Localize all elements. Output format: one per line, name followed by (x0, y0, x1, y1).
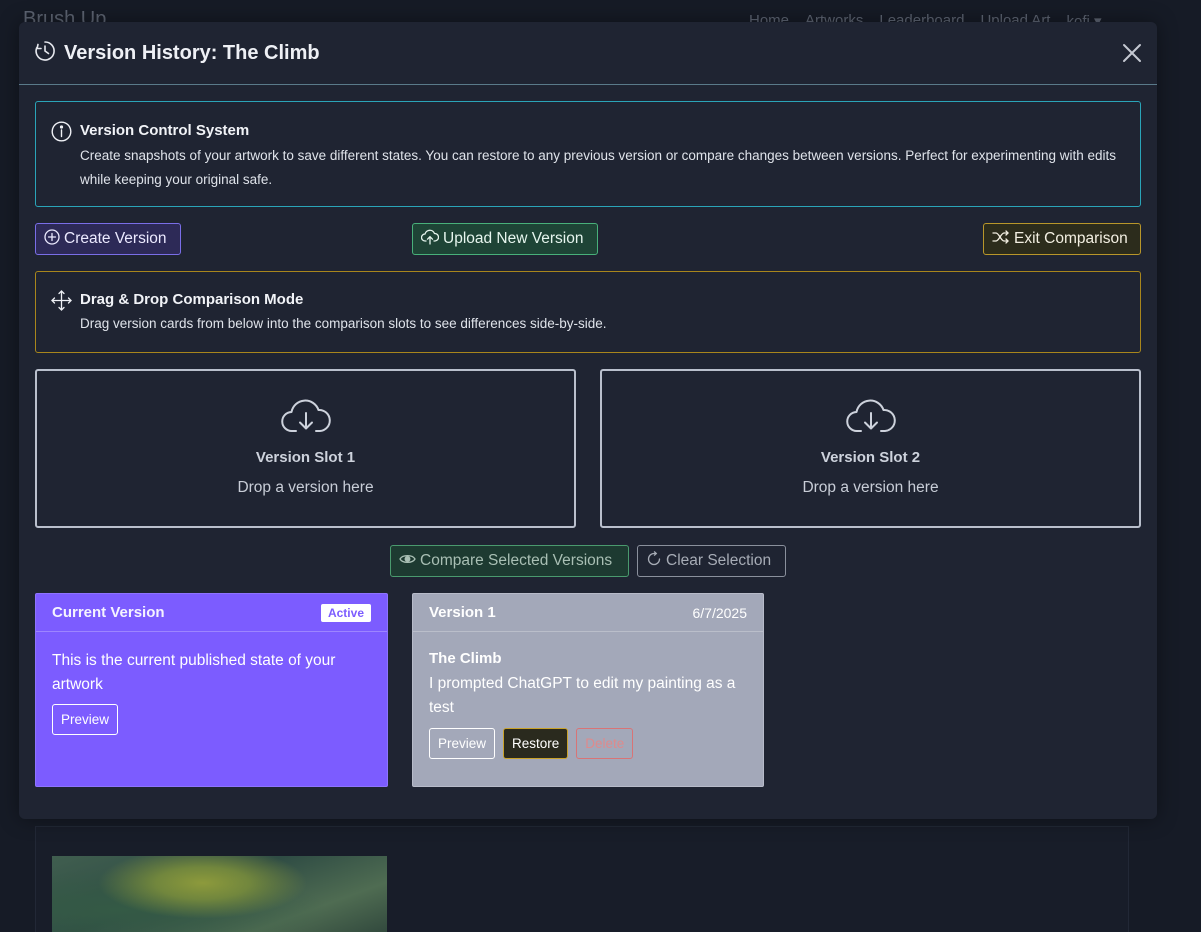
compare-label: Compare Selected Versions (420, 552, 613, 569)
version-control-info-alert: Version Control System Create snapshots … (35, 101, 1141, 207)
cloud-download-icon (845, 398, 896, 439)
modal-title: Version History: The Climb (64, 41, 320, 64)
slot-1-hint: Drop a version here (237, 479, 374, 496)
card-title: Current Version (52, 604, 165, 621)
close-icon[interactable] (1121, 42, 1143, 64)
cloud-upload-icon (420, 229, 440, 250)
version-slot-1[interactable]: Version Slot 1 Drop a version here (35, 369, 576, 528)
version-name: The Climb (429, 650, 502, 667)
create-version-button[interactable]: Create Version (35, 223, 181, 255)
clear-label: Clear Selection (666, 552, 772, 569)
create-version-label: Create Version (64, 230, 167, 247)
modal-header: Version History: The Climb (19, 22, 1157, 85)
info-icon (51, 121, 73, 192)
version-1-card[interactable]: Version 1 6/7/2025 The Climb I prompted … (412, 593, 764, 787)
upload-new-version-label: Upload New Version (443, 230, 584, 247)
move-icon (51, 290, 73, 336)
eye-icon (399, 552, 416, 571)
version-description: I prompted ChatGPT to edit my painting a… (429, 675, 736, 716)
shuffle-icon (992, 229, 1010, 250)
drag-title: Drag & Drop Comparison Mode (80, 291, 304, 308)
exit-comparison-button[interactable]: Exit Comparison (983, 223, 1141, 255)
plus-circle-icon (44, 228, 60, 250)
slot-2-title: Version Slot 2 (820, 449, 921, 466)
card-title: Version 1 (429, 604, 496, 621)
drag-text: Drag version cards from below into the c… (80, 316, 607, 331)
slot-1-title: Version Slot 1 (255, 449, 356, 466)
artwork-image (52, 856, 387, 932)
version-history-modal: Version History: The Climb Version Contr… (19, 22, 1157, 819)
refresh-icon (646, 550, 662, 572)
history-icon (34, 40, 56, 67)
version-slot-2[interactable]: Version Slot 2 Drop a version here (600, 369, 1141, 528)
drag-drop-comparison-alert: Drag & Drop Comparison Mode Drag version… (35, 271, 1141, 353)
info-title: Version Control System (80, 122, 250, 139)
card-description: This is the current published state of y… (52, 652, 336, 693)
card-header: Version 1 6/7/2025 (413, 594, 763, 632)
upload-new-version-button[interactable]: Upload New Version (412, 223, 598, 255)
restore-button[interactable]: Restore (503, 728, 569, 759)
version-date: 6/7/2025 (692, 604, 748, 621)
current-version-card[interactable]: Current Version Active This is the curre… (35, 593, 388, 787)
card-header: Current Version Active (36, 594, 387, 632)
cloud-download-icon (280, 398, 331, 439)
exit-comparison-label: Exit Comparison (1014, 230, 1128, 247)
slot-2-hint: Drop a version here (802, 479, 939, 496)
delete-button[interactable]: Delete (576, 728, 634, 759)
compare-selected-versions-button[interactable]: Compare Selected Versions (390, 545, 629, 577)
preview-button[interactable]: Preview (52, 704, 119, 735)
preview-button[interactable]: Preview (429, 728, 496, 759)
clear-selection-button[interactable]: Clear Selection (637, 545, 786, 577)
status-badge: Active (320, 603, 371, 622)
info-text: Create snapshots of your artwork to save… (80, 148, 1117, 187)
